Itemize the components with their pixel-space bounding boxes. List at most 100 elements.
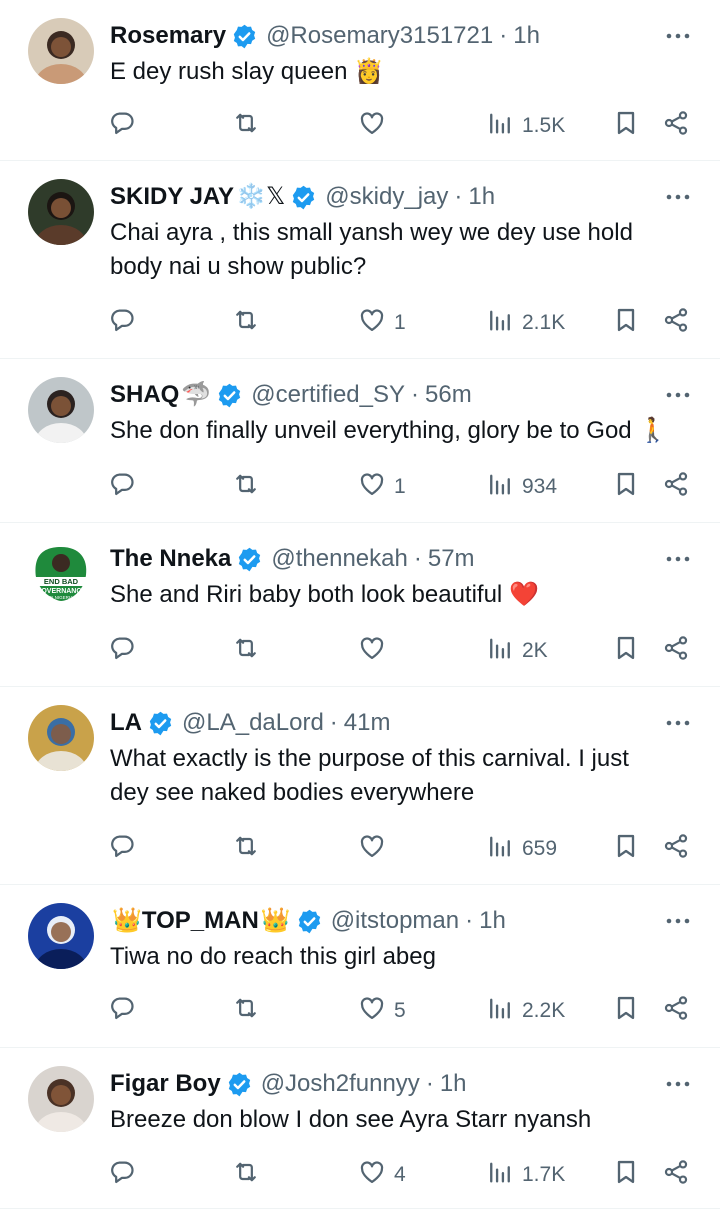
share-button[interactable] xyxy=(662,106,690,146)
reply-icon xyxy=(108,306,136,340)
share-button[interactable] xyxy=(662,991,690,1031)
like-button[interactable]: 1 xyxy=(358,467,406,507)
views-icon xyxy=(486,470,514,504)
like-button[interactable] xyxy=(358,106,386,146)
display-name[interactable]: Figar Boy xyxy=(110,1069,221,1099)
avatar[interactable] xyxy=(28,705,94,771)
views-button[interactable]: 659 xyxy=(486,829,557,869)
display-name[interactable]: The Nneka xyxy=(110,544,231,574)
more-icon[interactable] xyxy=(664,1072,692,1096)
reply-icon xyxy=(108,470,136,504)
retweet-button[interactable] xyxy=(232,631,260,671)
retweet-button[interactable] xyxy=(232,467,260,507)
avatar[interactable] xyxy=(28,377,94,443)
avatar[interactable] xyxy=(28,1066,94,1132)
avatar[interactable] xyxy=(28,18,94,84)
display-name[interactable]: LA xyxy=(110,708,142,738)
tweet[interactable]: Rosemary @Rosemary3151721 · 1h E dey rush sl… xyxy=(0,0,720,161)
share-button[interactable] xyxy=(662,829,690,869)
display-name[interactable]: SKIDY JAY xyxy=(110,182,234,212)
views-button[interactable]: 2.2K xyxy=(486,991,565,1031)
views-button[interactable]: 1.7K xyxy=(486,1155,565,1195)
bookmark-button[interactable] xyxy=(612,1155,640,1195)
like-button[interactable]: 1 xyxy=(358,303,406,343)
reply-button[interactable] xyxy=(108,467,136,507)
tweet-actions: 1.5K xyxy=(0,106,720,146)
tweet-text-line: Chai ayra , this small yansh wey we dey … xyxy=(110,219,633,246)
tweet[interactable]: END BAD GOVERNANCE IN NIGERIA The Nneka @the… xyxy=(0,523,720,687)
bookmark-button[interactable] xyxy=(612,631,640,671)
views-button[interactable]: 2.1K xyxy=(486,303,565,343)
timestamp[interactable]: 1h xyxy=(513,21,540,51)
bookmark-button[interactable] xyxy=(612,829,640,869)
more-icon[interactable] xyxy=(664,24,692,48)
avatar[interactable] xyxy=(28,903,94,969)
reply-button[interactable] xyxy=(108,991,136,1031)
views-button[interactable]: 2K xyxy=(486,631,548,671)
tweet-header: Rosemary @Rosemary3151721 · 1h xyxy=(110,21,660,51)
like-button[interactable]: 5 xyxy=(358,991,406,1031)
timestamp[interactable]: 56m xyxy=(425,380,472,410)
like-button[interactable] xyxy=(358,631,386,671)
views-button[interactable]: 1.5K xyxy=(486,106,565,146)
like-button[interactable] xyxy=(358,829,386,869)
tweet[interactable]: SKIDY JAY ❄️𝕏 @skidy_jay · 1h Chai ayra , thi… xyxy=(0,161,720,359)
retweet-button[interactable] xyxy=(232,991,260,1031)
tweet-header: The Nneka @thennekah · 57m xyxy=(110,544,660,574)
user-handle[interactable]: @Josh2funnyy xyxy=(261,1069,420,1099)
share-icon xyxy=(662,1158,690,1192)
avatar[interactable] xyxy=(28,179,94,245)
reply-icon xyxy=(108,832,136,866)
more-icon[interactable] xyxy=(664,909,692,933)
reply-button[interactable] xyxy=(108,829,136,869)
reply-button[interactable] xyxy=(108,1155,136,1195)
reply-button[interactable] xyxy=(108,106,136,146)
display-name[interactable]: TOP_MAN xyxy=(142,906,259,936)
bookmark-button[interactable] xyxy=(612,991,640,1031)
user-handle[interactable]: @itstopman xyxy=(331,906,459,936)
tweet[interactable]: Figar Boy @Josh2funnyy · 1h Breeze don blow … xyxy=(0,1048,720,1209)
timestamp[interactable]: 1h xyxy=(468,182,495,212)
tweet-header: SHAQ 🦈 @certified_SY · 56m xyxy=(110,380,660,410)
more-icon[interactable] xyxy=(664,383,692,407)
user-handle[interactable]: @certified_SY xyxy=(251,380,405,410)
retweet-button[interactable] xyxy=(232,829,260,869)
share-button[interactable] xyxy=(662,303,690,343)
user-handle[interactable]: @thennekah xyxy=(271,544,407,574)
bookmark-button[interactable] xyxy=(612,303,640,343)
more-icon[interactable] xyxy=(664,547,692,571)
more-icon[interactable] xyxy=(664,185,692,209)
share-button[interactable] xyxy=(662,467,690,507)
display-name[interactable]: SHAQ xyxy=(110,380,179,410)
avatar[interactable]: END BAD GOVERNANCE IN NIGERIA xyxy=(28,541,94,607)
tweet[interactable]: 👑 TOP_MAN 👑 @itstopman · 1h Tiwa no do reach t… xyxy=(0,885,720,1048)
views-icon xyxy=(486,832,514,866)
timestamp[interactable]: 57m xyxy=(428,544,475,574)
user-handle[interactable]: @skidy_jay xyxy=(325,182,448,212)
more-icon[interactable] xyxy=(664,711,692,735)
timestamp[interactable]: 1h xyxy=(440,1069,467,1099)
reply-button[interactable] xyxy=(108,303,136,343)
retweet-button[interactable] xyxy=(232,1155,260,1195)
views-button[interactable]: 934 xyxy=(486,467,557,507)
user-handle[interactable]: @LA_daLord xyxy=(182,708,324,738)
retweet-button[interactable] xyxy=(232,303,260,343)
bookmark-button[interactable] xyxy=(612,467,640,507)
tweet[interactable]: SHAQ 🦈 @certified_SY · 56m She don finally un… xyxy=(0,359,720,523)
share-button[interactable] xyxy=(662,631,690,671)
verified-icon xyxy=(226,1071,253,1098)
tweet[interactable]: LA @LA_daLord · 41m What exactly is the purp… xyxy=(0,687,720,885)
bookmark-button[interactable] xyxy=(612,106,640,146)
user-handle[interactable]: @Rosemary3151721 xyxy=(266,21,493,51)
text-emoji: 🚶 xyxy=(638,417,669,444)
display-name[interactable]: Rosemary xyxy=(110,21,226,51)
timestamp[interactable]: 1h xyxy=(479,906,506,936)
reply-button[interactable] xyxy=(108,631,136,671)
like-button[interactable]: 4 xyxy=(358,1155,406,1195)
tweet-text-line: She and Riri baby both look beautiful xyxy=(110,581,503,608)
retweet-button[interactable] xyxy=(232,106,260,146)
views-icon xyxy=(486,634,514,668)
timestamp[interactable]: 41m xyxy=(344,708,391,738)
share-button[interactable] xyxy=(662,1155,690,1195)
separator-dot: · xyxy=(411,381,419,408)
